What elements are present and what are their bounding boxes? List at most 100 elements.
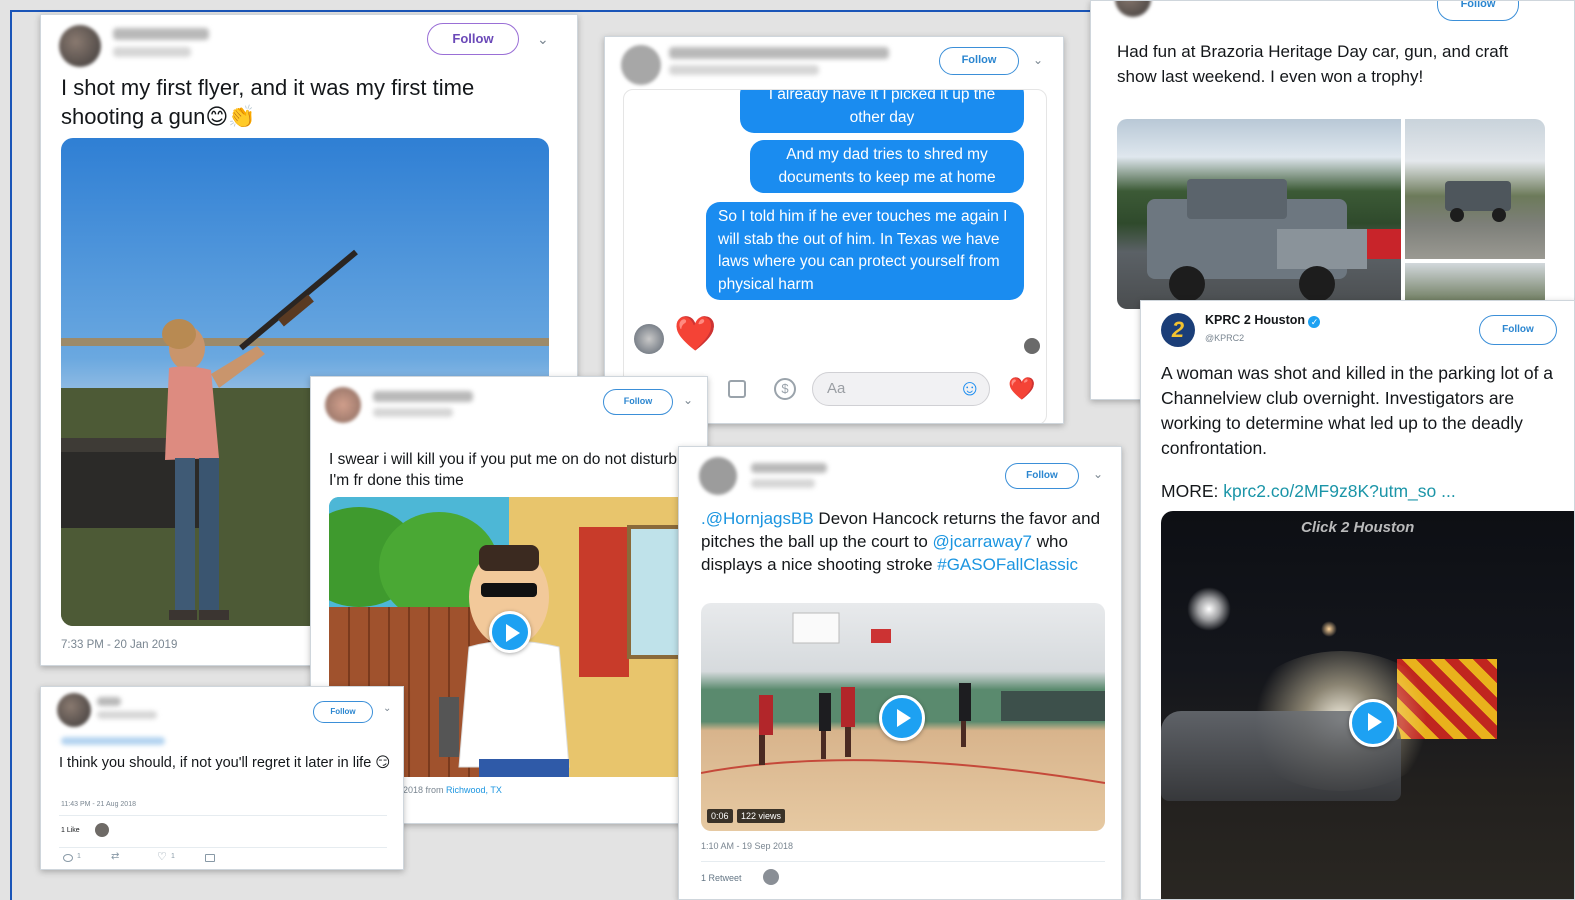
hashtag-link[interactable]: #GASOFallClassic	[937, 555, 1078, 574]
avatar[interactable]	[59, 25, 101, 67]
lot-illustration	[1445, 181, 1511, 222]
tweet-timestamp[interactable]: 11:43 PM - 21 Aug 2018	[61, 801, 136, 808]
account-name-blurred[interactable]	[751, 463, 827, 473]
like-count[interactable]: 1 Like	[61, 827, 80, 834]
messenger-screenshot: I already have it I picked it up the oth…	[623, 89, 1047, 423]
play-icon[interactable]	[1349, 699, 1397, 747]
divider	[701, 861, 1105, 862]
heart-reaction: ❤️	[674, 315, 717, 353]
dollar-icon[interactable]: $	[774, 378, 796, 400]
photo-lot[interactable]	[1405, 119, 1545, 259]
seen-avatar	[1024, 338, 1040, 354]
avatar[interactable]	[57, 693, 91, 727]
like-icon[interactable]: ♡	[157, 850, 167, 863]
account-name-blurred[interactable]	[669, 47, 889, 59]
mention-link[interactable]: .@HornjagsBB	[701, 509, 814, 528]
send-heart-icon[interactable]: ❤️	[1008, 376, 1035, 402]
retweet-count[interactable]: 1 Retweet	[701, 873, 742, 883]
follow-button[interactable]: Follow	[427, 23, 519, 55]
follow-button[interactable]: Follow	[1479, 315, 1557, 345]
mention-link[interactable]: @jcarraway7	[933, 532, 1032, 551]
smile-icon[interactable]: ☺	[959, 375, 981, 401]
account-name-blurred[interactable]	[113, 28, 209, 40]
follow-button[interactable]: Follow	[603, 389, 673, 415]
tweet-card-messenger-screenshot: Follow ⌄ I already have it I picked it u…	[604, 36, 1064, 424]
account-name-blurred[interactable]	[373, 391, 473, 402]
more-line: MORE: kprc2.co/2MF9z8K?utm_so ...	[1161, 481, 1456, 502]
profile-thumb	[634, 324, 664, 354]
tweet-timestamp[interactable]: 1:10 AM - 19 Sep 2018	[701, 841, 793, 851]
tweet-video-news[interactable]: Click 2 Houston	[1161, 511, 1574, 899]
account-handle-blurred	[751, 479, 815, 488]
chevron-down-icon[interactable]: ⌄	[537, 31, 549, 48]
like-icon-count: 1	[171, 853, 175, 860]
smirk-emoji: 😏	[375, 755, 391, 771]
tweet-video-basketball[interactable]: 0:06 122 views	[701, 603, 1105, 831]
tweet-text-body: I think you should, if not you'll regret…	[59, 755, 372, 771]
account-name-text: KPRC 2 Houston	[1205, 313, 1305, 327]
follow-button[interactable]: Follow	[313, 701, 373, 723]
divider	[59, 847, 387, 848]
truck-illustration	[1147, 179, 1401, 302]
tweet-text: I think you should, if not you'll regret…	[59, 753, 395, 773]
account-name-blurred[interactable]	[97, 697, 121, 706]
chevron-down-icon[interactable]: ⌄	[1033, 53, 1043, 67]
retweeter-avatar[interactable]	[763, 869, 779, 885]
light-flare	[1321, 621, 1337, 637]
avatar[interactable]	[325, 387, 361, 423]
chat-bubble: So I told him if he ever touches me agai…	[706, 202, 1024, 300]
account-name[interactable]: KPRC 2 Houston ✓	[1205, 313, 1321, 328]
reply-context-blurred	[61, 737, 165, 745]
dm-icon[interactable]	[205, 854, 215, 862]
tweet-card-kprc: 2 KPRC 2 Houston ✓ @KPRC2 Follow A woman…	[1140, 300, 1575, 900]
account-handle-blurred	[97, 711, 157, 719]
account-handle-blurred	[373, 408, 453, 417]
verified-badge-icon: ✓	[1308, 316, 1321, 328]
tweet-meta-date: 2018 from	[403, 785, 447, 795]
liker-avatar[interactable]	[95, 823, 109, 837]
tweet-card-regret: Follow ⌄ I think you should, if not you'…	[40, 686, 404, 870]
message-input-placeholder: Aa	[827, 380, 846, 397]
play-icon[interactable]	[489, 611, 531, 653]
smiling-emoji: 😊	[205, 104, 229, 129]
video-duration: 0:06	[707, 809, 733, 823]
avatar[interactable]	[621, 45, 661, 85]
message-input[interactable]: Aa ☺	[812, 372, 990, 406]
chevron-down-icon[interactable]: ⌄	[1093, 467, 1103, 481]
kprc-logo[interactable]: 2	[1161, 313, 1195, 347]
avatar[interactable]	[1115, 1, 1151, 17]
follow-button[interactable]: Follow	[939, 47, 1019, 75]
divider	[59, 815, 387, 816]
clapping-emoji: 👏	[228, 104, 256, 129]
tweet-card-basketball: Follow ⌄ .@HornjagsBB Devon Hancock retu…	[678, 446, 1122, 900]
tweet-timestamp[interactable]: 7:33 PM - 20 Jan 2019	[61, 639, 177, 651]
tweet-text: I swear i will kill you if you put me on…	[329, 451, 678, 489]
reply-icon[interactable]	[63, 854, 73, 862]
follow-button[interactable]: Follow	[1005, 463, 1079, 489]
location-link[interactable]: Richwood, TX	[446, 785, 502, 795]
account-handle-blurred	[113, 47, 191, 57]
chat-bubble: And my dad tries to shred my documents t…	[750, 140, 1024, 193]
tweet-text: Had fun at Brazoria Heritage Day car, gu…	[1117, 42, 1509, 86]
light-flare	[1187, 587, 1231, 631]
account-handle-blurred	[669, 65, 819, 75]
chat-bubbles: I already have it I picked it up the oth…	[706, 90, 1024, 350]
video-views: 122 views	[737, 809, 786, 823]
video-brand: Click 2 Houston	[1301, 519, 1415, 536]
avatar[interactable]	[699, 457, 737, 495]
retweet-icon[interactable]: ⇄	[111, 851, 119, 862]
play-icon[interactable]	[879, 695, 925, 741]
tweet-text: A woman was shot and killed in the parki…	[1161, 363, 1554, 458]
more-link[interactable]: kprc2.co/2MF9z8K?utm_so ...	[1223, 481, 1455, 501]
more-label: MORE:	[1161, 481, 1224, 501]
chevron-down-icon[interactable]: ⌄	[383, 703, 391, 714]
tweet-text: I shot my first flyer, and it was my fir…	[61, 73, 541, 131]
tweet-photo-grid[interactable]	[1117, 119, 1545, 309]
image-icon[interactable]	[728, 380, 746, 398]
reply-count: 1	[77, 853, 81, 860]
chat-bubble: I already have it I picked it up the oth…	[740, 90, 1024, 133]
photo-truck[interactable]	[1117, 119, 1401, 309]
follow-button[interactable]: Follow	[1437, 1, 1519, 21]
chevron-down-icon[interactable]: ⌄	[683, 393, 693, 407]
account-handle: @KPRC2	[1205, 333, 1245, 343]
